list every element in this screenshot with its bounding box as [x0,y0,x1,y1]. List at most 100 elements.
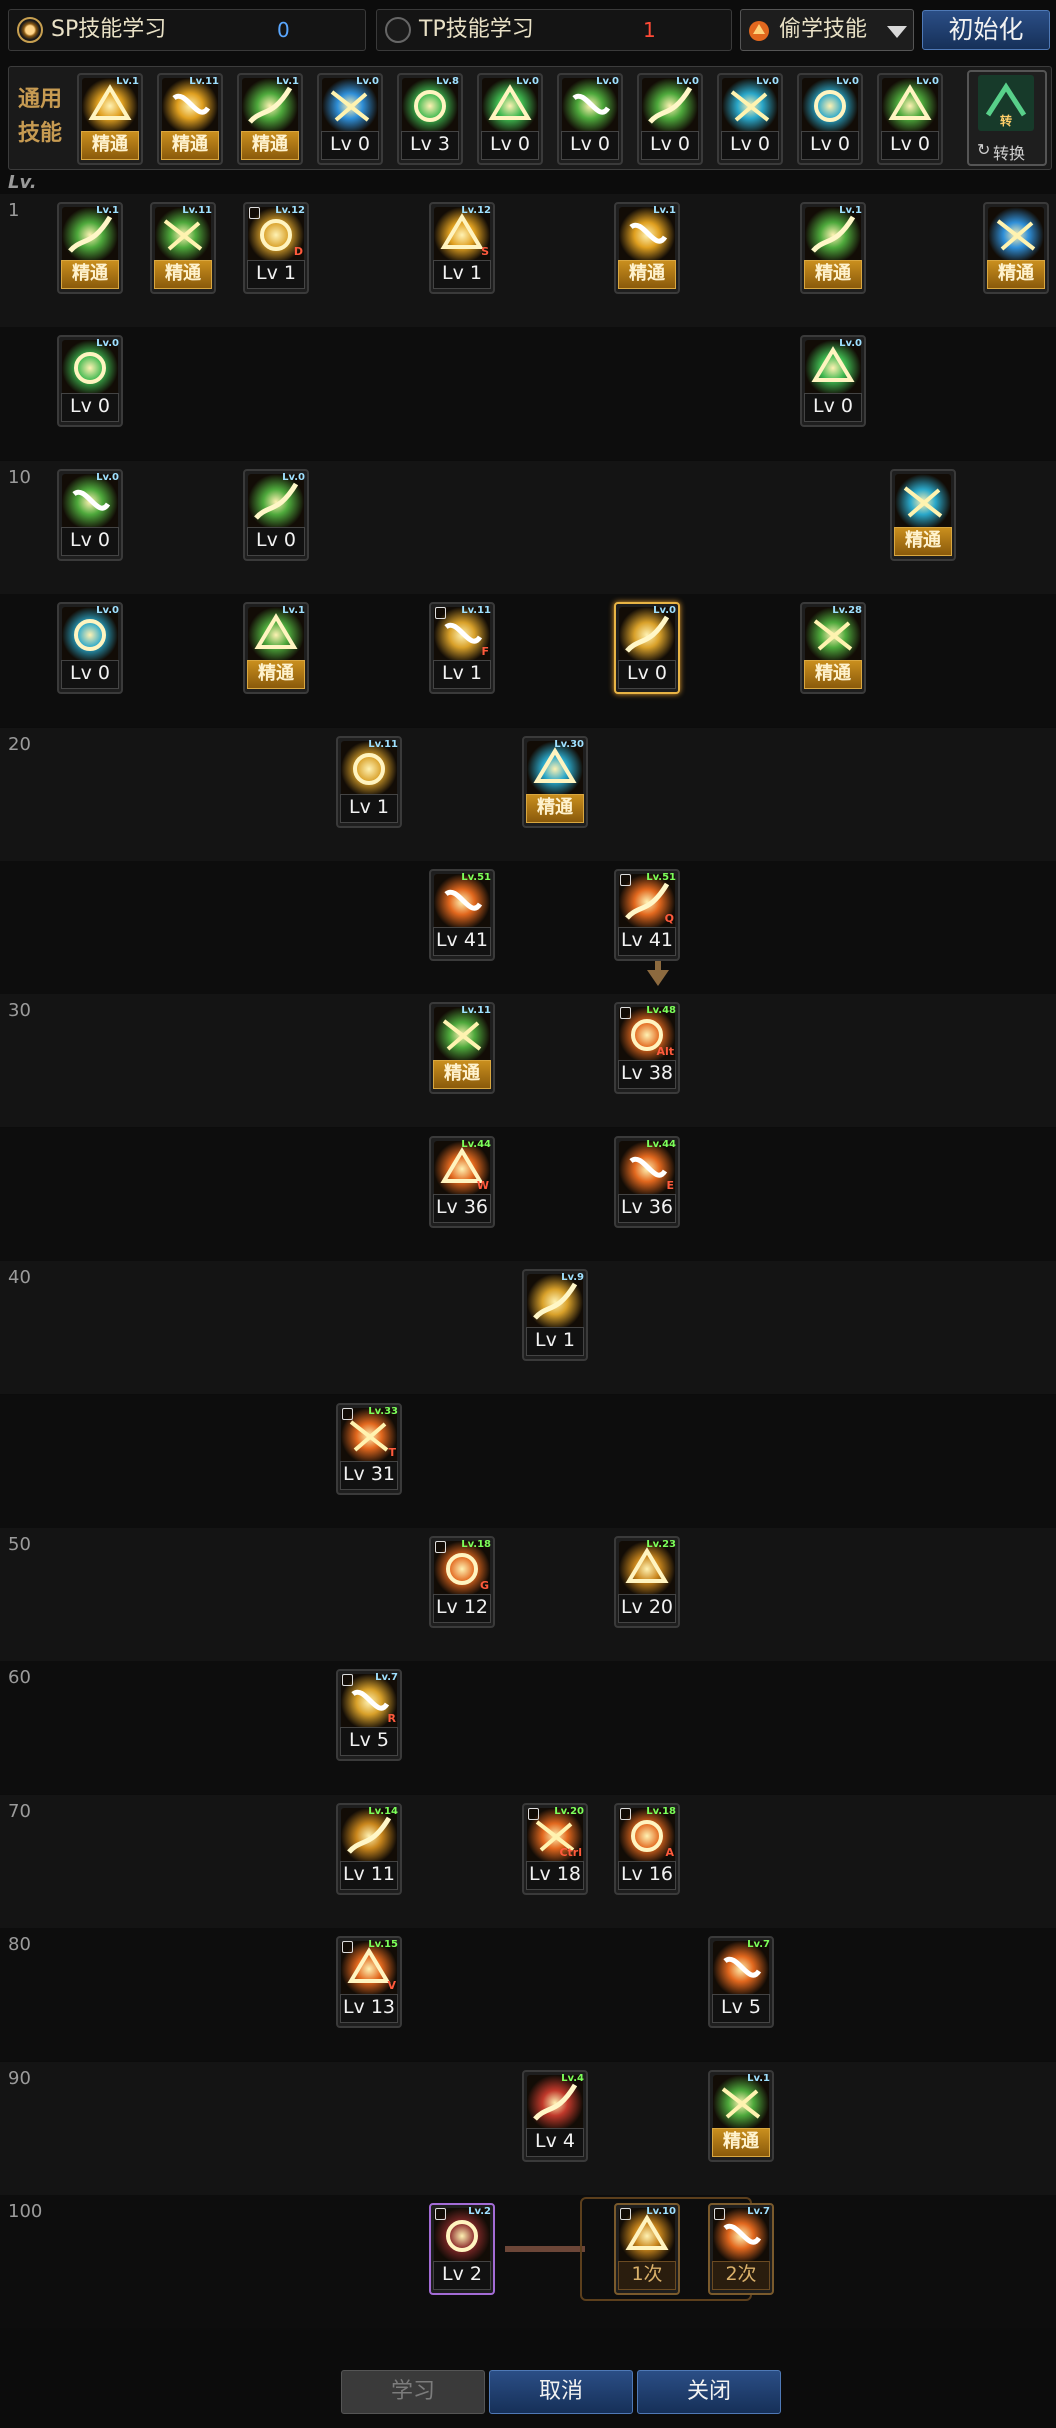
skill-level-label: Lv 20 [618,1594,676,1623]
tree-skill-card[interactable]: Lv.28 精通 [800,602,866,695]
general-skill-card[interactable]: Lv.0 Lv 0 [557,73,623,165]
tree-skill-card[interactable]: Lv.0 Lv 0 [57,468,123,561]
lv-header: Lv. [8,172,37,193]
tree-skill-card[interactable]: Lv.1 精通 [243,602,309,695]
tree-skill-card[interactable]: Lv.18 A Lv 16 [614,1802,680,1895]
required-level-badge: Lv.7 [375,1672,398,1684]
tree-skill-card[interactable]: Lv.1 精通 [57,202,123,294]
lock-icon [620,1007,631,1020]
tree-skill-card[interactable]: Lv.12 D Lv 1 [243,202,309,294]
required-level-badge: Lv.7 [747,2206,770,2217]
close-button[interactable]: 关闭 [637,2370,781,2414]
tree-skill-card[interactable]: Lv.30 精通 [522,735,588,828]
tp-value: 1 [643,18,656,42]
skill-level-label: Lv 0 [247,526,305,556]
tree-skill-card[interactable]: Lv.15 V Lv 13 [336,1936,402,2029]
tree-skill-card[interactable]: Lv.51 Lv 41 [429,869,495,961]
general-skill-card[interactable]: Lv.0 Lv 0 [637,73,703,165]
tp-radio[interactable] [385,17,411,43]
tree-skill-card[interactable]: Lv.48 Alt Lv 38 [614,1002,680,1095]
steal-skill-dropdown[interactable]: 偷学技能 [740,9,914,51]
tree-skill-card[interactable]: Lv.7 Lv 5 [708,1936,774,2029]
required-level-badge: Lv.0 [96,338,119,350]
sp-tab[interactable]: SP技能学习 0 [8,9,366,51]
row-level-label: 40 [8,1267,31,1289]
awakening-link-line [505,2246,585,2252]
tree-skill-card[interactable]: Lv.11 精通 [429,1002,495,1095]
learn-button[interactable]: 学习 [341,2370,485,2414]
skill-level-label: Lv 0 [618,660,676,690]
required-level-badge: Lv.51 [646,872,676,883]
tree-skill-card[interactable]: Lv.2 Lv 2 [429,2203,495,2295]
general-skill-card[interactable]: Lv.0 Lv 0 [797,73,863,165]
tree-skill-card[interactable]: Lv.0 Lv 0 [800,335,866,428]
skill-level-label: Lv 3 [401,131,459,160]
tree-skill-card[interactable]: Lv.12 S Lv 1 [429,202,495,294]
tree-skill-card[interactable]: Lv.44 W Lv 36 [429,1135,495,1228]
general-skill-card[interactable]: Lv.8 Lv 3 [397,73,463,165]
skill-level-label: Lv 0 [321,131,379,160]
hotkey-label: Ctrl [559,1845,582,1859]
switch-skill-button[interactable]: 转 转换 ↻ [967,70,1047,166]
tree-skill-card[interactable]: Lv.44 E Lv 36 [614,1135,680,1228]
required-level-badge: Lv.0 [676,76,699,87]
tree-skill-card[interactable]: Lv.14 Lv 11 [336,1802,402,1895]
skill-icon [895,473,951,530]
tree-skill-card[interactable]: Lv.1 精通 [708,2069,774,2162]
general-skill-card[interactable]: Lv.0 Lv 0 [477,73,543,165]
lock-icon [714,2208,725,2220]
row-level-label: 70 [8,1800,31,1822]
lock-icon [342,1407,353,1420]
mastered-label: 精通 [804,660,862,690]
cancel-button[interactable]: 取消 [489,2370,633,2414]
skill-level-label: 1次 [618,2261,676,2290]
required-level-badge: Lv.12 [461,205,491,216]
tree-skill-card[interactable]: Lv.23 Lv 20 [614,1536,680,1628]
tree-skill-card[interactable]: Lv.51 Q Lv 41 [614,869,680,961]
tree-skill-card[interactable]: Lv.7 R Lv 5 [336,1669,402,1762]
tree-skill-card[interactable]: Lv.7 2次 [708,2203,774,2295]
tree-skill-card[interactable]: Lv.0 Lv 0 [57,602,123,695]
skill-level-label: Lv 0 [721,131,779,160]
tree-skill-card[interactable]: Lv.1 精通 [614,202,680,294]
required-level-badge: Lv.1 [747,2072,770,2084]
mastered-label: 精通 [81,131,139,160]
required-level-badge: Lv.0 [516,76,539,87]
mastered-label: 精通 [247,660,305,690]
tree-skill-card[interactable]: Lv.4 Lv 4 [522,2069,588,2162]
tree-skill-card[interactable]: Lv.33 T Lv 31 [336,1402,402,1495]
tree-skill-card[interactable]: Lv.0 Lv 0 [57,335,123,428]
tree-skill-card[interactable]: 精通 [983,202,1049,294]
tree-skill-card[interactable]: Lv.0 Lv 0 [614,602,680,695]
sp-radio[interactable] [17,17,43,43]
tree-skill-card[interactable]: Lv.0 Lv 0 [243,468,309,561]
lock-icon [620,2208,631,2220]
mastered-label: 精通 [804,260,862,289]
tree-skill-card[interactable]: Lv.9 Lv 1 [522,1269,588,1362]
lock-icon [342,1941,353,1954]
tree-skill-card[interactable]: Lv.11 精通 [150,202,216,294]
tree-skill-card[interactable]: Lv.20 Ctrl Lv 18 [522,1802,588,1895]
skill-level-label: Lv 5 [712,1994,770,2024]
tree-skill-card[interactable]: 精通 [890,468,956,561]
skill-level-label: Lv 36 [618,1193,676,1223]
general-skill-card[interactable]: Lv.1 精通 [77,73,143,165]
required-level-badge: Lv.51 [461,872,491,883]
tp-tab[interactable]: TP技能学习 1 [376,9,732,51]
general-skill-card[interactable]: Lv.0 Lv 0 [877,73,943,165]
general-skill-card[interactable]: Lv.11 精通 [157,73,223,165]
lock-icon [620,874,631,886]
tree-skill-card[interactable]: Lv.10 1次 [614,2203,680,2295]
tree-skill-card[interactable]: Lv.11 F Lv 1 [429,602,495,695]
tree-skill-card[interactable]: Lv.18 G Lv 12 [429,1536,495,1628]
general-skill-card[interactable]: Lv.1 精通 [237,73,303,165]
initialize-button[interactable]: 初始化 [922,10,1050,50]
mastered-label: 精通 [894,526,952,556]
general-skill-card[interactable]: Lv.0 Lv 0 [317,73,383,165]
tree-skill-card[interactable]: Lv.1 精通 [800,202,866,294]
tree-skill-card[interactable]: Lv.11 Lv 1 [336,735,402,828]
required-level-badge: Lv.48 [646,1005,676,1017]
general-skill-card[interactable]: Lv.0 Lv 0 [717,73,783,165]
hotkey-label: E [666,1178,674,1192]
skill-level-label: Lv 11 [340,1860,398,1890]
